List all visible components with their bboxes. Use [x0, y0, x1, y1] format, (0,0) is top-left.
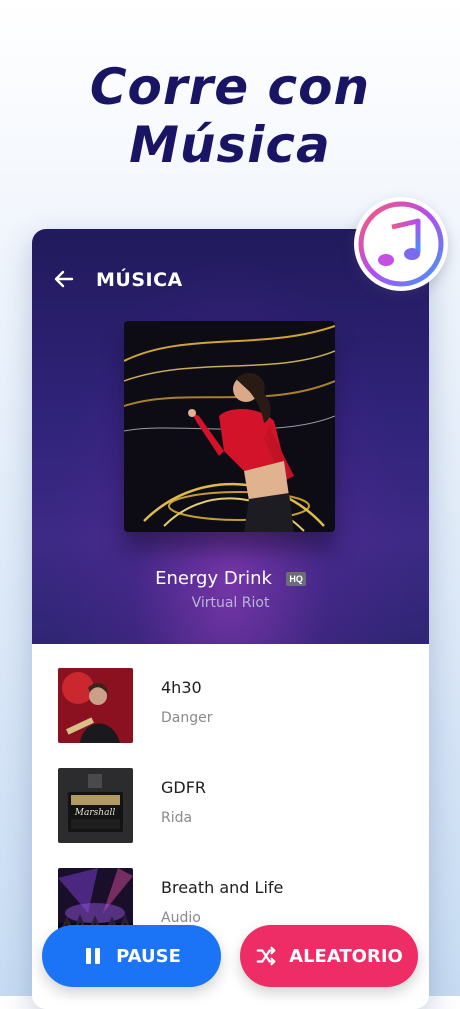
- svg-text:Marshall: Marshall: [74, 808, 116, 818]
- shuffle-button-label: ALEATORIO: [289, 945, 403, 967]
- track-artist: Danger: [161, 710, 213, 726]
- shuffle-button[interactable]: ALEATORIO: [240, 925, 418, 987]
- now-playing-title: Energy Drink: [155, 568, 272, 589]
- music-app-icon: [354, 197, 448, 291]
- headline-line-1: Corre con: [89, 58, 371, 116]
- track-item[interactable]: 4h30 Danger: [32, 644, 429, 743]
- now-playing-artist: Virtual Riot: [191, 595, 270, 611]
- track-item[interactable]: Breath and Life Audio: [32, 844, 429, 943]
- track-title: 4h30: [161, 678, 202, 697]
- screen-title: MÚSICA: [96, 269, 183, 291]
- track-thumbnail: Marshall: [58, 768, 133, 843]
- track-item[interactable]: Marshall GDFR Rida: [32, 744, 429, 843]
- app-screen: MÚSICA Energy Drink HQ Virtual Riot 4h30…: [32, 229, 429, 1009]
- track-artist: Audio: [161, 910, 201, 926]
- track-title: Breath and Life: [161, 878, 284, 897]
- headline-line-2: Música: [129, 116, 331, 174]
- pause-icon: [86, 948, 101, 964]
- track-artist: Rida: [161, 810, 193, 826]
- album-cover: [124, 321, 335, 532]
- track-title: GDFR: [161, 778, 207, 797]
- track-thumbnail: [58, 668, 133, 743]
- music-note-icon: [378, 218, 421, 266]
- pause-button-label: PAUSE: [116, 945, 181, 967]
- headline: Corre con Música: [0, 58, 460, 174]
- hq-badge: HQ: [286, 571, 306, 586]
- now-playing-title-row: Energy Drink HQ: [32, 568, 429, 589]
- back-arrow-icon[interactable]: [52, 267, 76, 291]
- pause-button[interactable]: PAUSE: [42, 925, 221, 987]
- now-playing-panel: MÚSICA Energy Drink HQ Virtual Riot: [32, 229, 429, 644]
- shuffle-icon: [256, 946, 276, 966]
